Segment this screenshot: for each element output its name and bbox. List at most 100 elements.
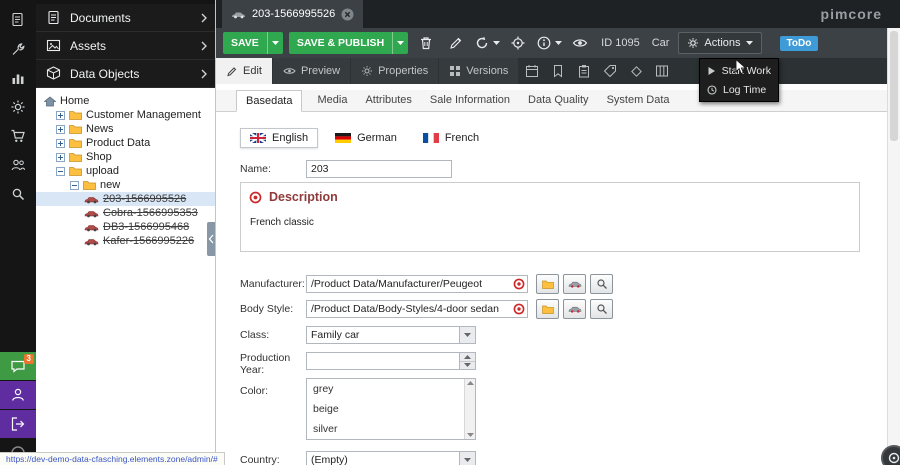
color-option-grey[interactable]: grey: [307, 379, 475, 399]
delete-button[interactable]: [414, 32, 438, 54]
workflow-icon[interactable]: [649, 58, 675, 84]
notes-icon[interactable]: [571, 58, 597, 84]
description-text[interactable]: French classic: [241, 206, 859, 228]
tree-item-db3-1566995468[interactable]: DB3-1566995468: [36, 220, 215, 234]
manufacturer-input[interactable]: [306, 275, 528, 293]
settings-icon[interactable]: [0, 95, 36, 119]
chat-button[interactable]: 3: [0, 352, 36, 380]
production-year-label: Production Year:: [240, 352, 298, 376]
tab-preview[interactable]: Preview: [273, 58, 350, 84]
tree-item-product-data[interactable]: Product Data: [36, 136, 215, 150]
tree-item-news[interactable]: News: [36, 122, 215, 136]
manufacturer-object-button[interactable]: [563, 274, 586, 294]
class-dropdown-trigger[interactable]: [459, 327, 475, 343]
reports-icon[interactable]: [0, 66, 36, 90]
collapse-minus-icon[interactable]: [56, 167, 65, 176]
section-data-objects[interactable]: Data Objects: [36, 60, 215, 88]
tags-icon[interactable]: [597, 58, 623, 84]
lang-tab-french[interactable]: French: [414, 129, 488, 147]
spin-up-icon[interactable]: [460, 353, 475, 361]
pencil-icon: [226, 65, 238, 77]
save-button[interactable]: SAVE: [223, 32, 283, 54]
folder-icon: [542, 280, 554, 289]
save-publish-button[interactable]: SAVE & PUBLISH: [289, 32, 408, 54]
body-style-folder-button[interactable]: [536, 299, 559, 319]
manufacturer-folder-button[interactable]: [536, 274, 559, 294]
scroll-up-icon[interactable]: [467, 381, 474, 385]
users-icon[interactable]: [0, 153, 36, 177]
logout-button[interactable]: [0, 410, 36, 438]
scroll-down-icon[interactable]: [467, 433, 474, 437]
section-assets[interactable]: Assets: [36, 32, 215, 60]
expand-plus-icon[interactable]: [56, 125, 65, 134]
menu-item-log-time[interactable]: Log Time: [700, 80, 778, 99]
tab-attributes[interactable]: Attributes: [365, 90, 411, 111]
class-select[interactable]: Family car: [306, 326, 476, 344]
info-button[interactable]: [536, 32, 562, 54]
section-documents[interactable]: Documents: [36, 4, 215, 32]
lang-tab-german[interactable]: German: [326, 129, 406, 147]
tab-edit[interactable]: Edit: [216, 58, 272, 84]
preview-eye-button[interactable]: [568, 32, 592, 54]
tree-item-home[interactable]: Home: [36, 94, 215, 108]
color-listbox: grey beige silver: [306, 378, 476, 440]
production-year-triggers[interactable]: [459, 353, 475, 369]
search-icon[interactable]: [0, 182, 36, 206]
name-input[interactable]: [306, 160, 452, 178]
tree-item-shop[interactable]: Shop: [36, 150, 215, 164]
tree-item-cobra-1566995353[interactable]: Cobra-1566995353: [36, 206, 215, 220]
tree-item-upload[interactable]: upload: [36, 164, 215, 178]
tab-basedata[interactable]: Basedata: [236, 90, 302, 112]
grid-icon: [449, 65, 461, 77]
manufacturer-search-button[interactable]: [590, 274, 613, 294]
file-icon[interactable]: [0, 8, 36, 32]
bookmark-icon[interactable]: [545, 58, 571, 84]
open-tabs-bar: 203-1566995526 pimcore: [216, 0, 900, 28]
tree-item-customer-management[interactable]: Customer Management: [36, 108, 215, 122]
body-style-search-button[interactable]: [590, 299, 613, 319]
reload-button[interactable]: [474, 32, 500, 54]
tab-versions[interactable]: Versions: [439, 58, 518, 84]
rename-button[interactable]: [444, 32, 468, 54]
document-tab[interactable]: 203-1566995526: [222, 0, 363, 28]
toolbar: SAVE SAVE & PUBLISH: [216, 28, 887, 58]
ecommerce-icon[interactable]: [0, 124, 36, 148]
feedback-button[interactable]: [881, 445, 900, 465]
tree-item-203-1566995526[interactable]: 203-1566995526: [36, 192, 215, 206]
tab-system-data[interactable]: System Data: [607, 90, 670, 111]
body-style-input[interactable]: [306, 300, 528, 318]
actions-button[interactable]: Actions: [678, 32, 761, 54]
locate-in-tree-button[interactable]: [506, 32, 530, 54]
pimcore-wordmark: pimcore: [821, 6, 882, 22]
tab-data-quality[interactable]: Data Quality: [528, 90, 589, 111]
color-option-silver[interactable]: silver: [307, 419, 475, 439]
schedule-icon[interactable]: [519, 58, 545, 84]
scrollbar-thumb[interactable]: [890, 31, 898, 141]
expand-plus-icon[interactable]: [56, 139, 65, 148]
country-select[interactable]: (Empty): [306, 451, 476, 465]
production-year-spinner[interactable]: [306, 352, 476, 370]
spin-down-icon[interactable]: [460, 361, 475, 370]
save-dropdown-caret[interactable]: [267, 32, 283, 54]
save-publish-dropdown-caret[interactable]: [392, 32, 408, 54]
chevron-right-icon: [201, 13, 207, 23]
content-scrollbar[interactable]: [887, 28, 900, 447]
tree-item-new[interactable]: new: [36, 178, 215, 192]
country-dropdown-trigger[interactable]: [459, 452, 475, 465]
collapse-minus-icon[interactable]: [70, 181, 79, 190]
tab-sale-information[interactable]: Sale Information: [430, 90, 510, 111]
tab-close-icon[interactable]: [341, 8, 354, 21]
tab-properties[interactable]: Properties: [351, 58, 438, 84]
tools-icon[interactable]: [0, 37, 36, 61]
tree-item-kafer-1566995226[interactable]: Kafer-1566995226: [36, 234, 215, 248]
dependencies-icon[interactable]: [623, 58, 649, 84]
color-option-beige[interactable]: beige: [307, 399, 475, 419]
sidebar-collapse-handle[interactable]: [207, 222, 215, 256]
profile-button[interactable]: [0, 381, 36, 409]
lang-tab-english[interactable]: English: [240, 128, 318, 148]
expand-plus-icon[interactable]: [56, 111, 65, 120]
body-style-object-button[interactable]: [563, 299, 586, 319]
color-list-scrollbar[interactable]: [464, 379, 475, 439]
tab-media[interactable]: Media: [317, 90, 347, 111]
expand-plus-icon[interactable]: [56, 153, 65, 162]
